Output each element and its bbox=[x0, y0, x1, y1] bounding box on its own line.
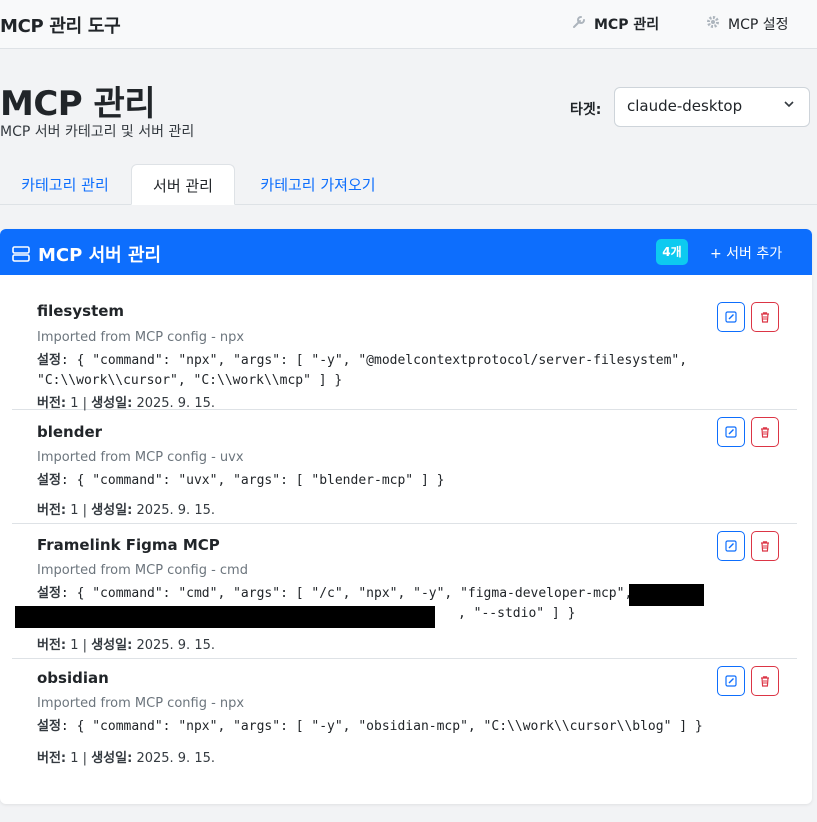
server-name: filesystem bbox=[37, 302, 125, 320]
edit-button[interactable] bbox=[717, 302, 745, 332]
version-label: 버전: bbox=[37, 751, 67, 766]
version-label: 버전: bbox=[37, 638, 67, 653]
config-line-1: : { "command": "cmd", "args": [ "/c", "n… bbox=[60, 586, 656, 601]
server-config: 설정: { "command": "npx", "args": [ "-y", … bbox=[37, 717, 703, 737]
created-value: 2025. 9. 15. bbox=[136, 751, 215, 766]
config-label: 설정 bbox=[37, 586, 61, 601]
edit-button[interactable] bbox=[717, 417, 745, 447]
server-list: filesystem Imported from MCP config - np… bbox=[12, 275, 797, 779]
card-header: MCP 서버 관리 4개 + 서버 추가 bbox=[0, 229, 812, 275]
created-label: 생성일: bbox=[91, 503, 133, 518]
list-item: filesystem Imported from MCP config - np… bbox=[12, 275, 797, 411]
delete-button[interactable] bbox=[751, 302, 779, 332]
created-label: 생성일: bbox=[91, 396, 133, 411]
top-navbar: MCP 관리 도구 MCP 관리 MCP 설정 bbox=[0, 0, 817, 49]
version-value: 1 bbox=[70, 396, 79, 411]
edit-button[interactable] bbox=[717, 666, 745, 696]
card-title-label: MCP 서버 관리 bbox=[38, 245, 162, 266]
nav-mcp-settings[interactable]: MCP 설정 bbox=[706, 14, 789, 34]
version-value: 1 bbox=[70, 503, 79, 518]
config-label: 설정 bbox=[37, 473, 61, 488]
list-item: blender Imported from MCP config - uvx 설… bbox=[12, 410, 797, 524]
config-line-2: "C:\\work\\cursor", "C:\\work\\mcp" ] } bbox=[37, 373, 343, 388]
server-card: MCP 서버 관리 4개 + 서버 추가 filesystem Imported… bbox=[0, 229, 812, 804]
version-value: 1 bbox=[70, 751, 79, 766]
trash-icon bbox=[761, 427, 769, 438]
redaction-block bbox=[629, 584, 704, 606]
delete-button[interactable] bbox=[751, 417, 779, 447]
config-label: 설정 bbox=[37, 719, 61, 734]
gear-icon bbox=[706, 15, 720, 33]
server-config: 설정: { "command": "npx", "args": [ "-y", … bbox=[37, 351, 687, 391]
page-subtitle: MCP 서버 카테고리 및 서버 관리 bbox=[0, 124, 195, 140]
card-title: MCP 서버 관리 bbox=[12, 241, 161, 267]
chevron-down-icon bbox=[783, 98, 795, 113]
edit-icon bbox=[725, 540, 737, 552]
server-name: obsidian bbox=[37, 669, 109, 687]
server-count-badge: 4개 bbox=[656, 239, 688, 265]
server-meta: 버전: 1 | 생성일: 2025. 9. 15. bbox=[37, 503, 215, 518]
config-line-1: : { "command": "npx", "args": [ "-y", "@… bbox=[60, 353, 688, 368]
created-label: 생성일: bbox=[91, 751, 133, 766]
nav-mcp-manage[interactable]: MCP 관리 bbox=[572, 14, 659, 34]
delete-button[interactable] bbox=[751, 531, 779, 561]
config-line-1: : { "command": "uvx", "args": [ "blender… bbox=[60, 473, 445, 488]
config-label: 설정 bbox=[37, 353, 61, 368]
page-title: MCP 관리 bbox=[0, 84, 156, 124]
add-server-button[interactable]: + 서버 추가 bbox=[710, 243, 782, 263]
server-icon bbox=[12, 246, 30, 262]
tab-bar: 카테고리 관리 서버 관리 카테고리 가져오기 bbox=[0, 164, 817, 205]
target-select-value: claude-desktop bbox=[627, 97, 743, 115]
server-description: Imported from MCP config - npx bbox=[37, 330, 245, 345]
tab-category-import[interactable]: 카테고리 가져오기 bbox=[252, 164, 384, 205]
nav-mcp-manage-label: MCP 관리 bbox=[594, 17, 660, 33]
server-meta: 버전: 1 | 생성일: 2025. 9. 15. bbox=[37, 638, 215, 653]
nav-mcp-settings-label: MCP 설정 bbox=[728, 17, 789, 33]
list-item: Framelink Figma MCP Imported from MCP co… bbox=[12, 524, 797, 659]
edit-button[interactable] bbox=[717, 531, 745, 561]
config-line-1: : { "command": "npx", "args": [ "-y", "o… bbox=[60, 719, 703, 734]
edit-icon bbox=[725, 426, 737, 438]
server-meta: 버전: 1 | 생성일: 2025. 9. 15. bbox=[37, 396, 215, 411]
server-name: Framelink Figma MCP bbox=[37, 536, 220, 554]
version-label: 버전: bbox=[37, 396, 67, 411]
created-value: 2025. 9. 15. bbox=[136, 503, 215, 518]
created-value: 2025. 9. 15. bbox=[136, 638, 215, 653]
wrench-icon bbox=[572, 15, 586, 33]
server-description: Imported from MCP config - uvx bbox=[37, 450, 244, 465]
trash-icon bbox=[761, 676, 769, 687]
list-item: obsidian Imported from MCP config - npx … bbox=[12, 659, 797, 779]
server-name: blender bbox=[37, 423, 103, 441]
tab-category-manage[interactable]: 카테고리 관리 bbox=[14, 164, 116, 205]
target-label: 타겟: bbox=[570, 102, 602, 118]
trash-icon bbox=[761, 312, 769, 323]
server-description: Imported from MCP config - cmd bbox=[37, 563, 248, 578]
server-config: 설정: { "command": "uvx", "args": [ "blend… bbox=[37, 471, 444, 491]
edit-icon bbox=[725, 311, 737, 323]
version-label: 버전: bbox=[37, 503, 67, 518]
version-value: 1 bbox=[70, 638, 79, 653]
edit-icon bbox=[725, 675, 737, 687]
delete-button[interactable] bbox=[751, 666, 779, 696]
target-select[interactable]: claude-desktop bbox=[614, 87, 810, 127]
server-description: Imported from MCP config - npx bbox=[37, 696, 245, 711]
created-value: 2025. 9. 15. bbox=[136, 396, 215, 411]
server-meta: 버전: 1 | 생성일: 2025. 9. 15. bbox=[37, 751, 215, 766]
created-label: 생성일: bbox=[91, 638, 133, 653]
trash-icon bbox=[761, 541, 769, 552]
tab-server-manage[interactable]: 서버 관리 bbox=[131, 164, 235, 205]
redaction-block bbox=[15, 606, 435, 628]
app-brand[interactable]: MCP 관리 도구 bbox=[0, 12, 121, 38]
